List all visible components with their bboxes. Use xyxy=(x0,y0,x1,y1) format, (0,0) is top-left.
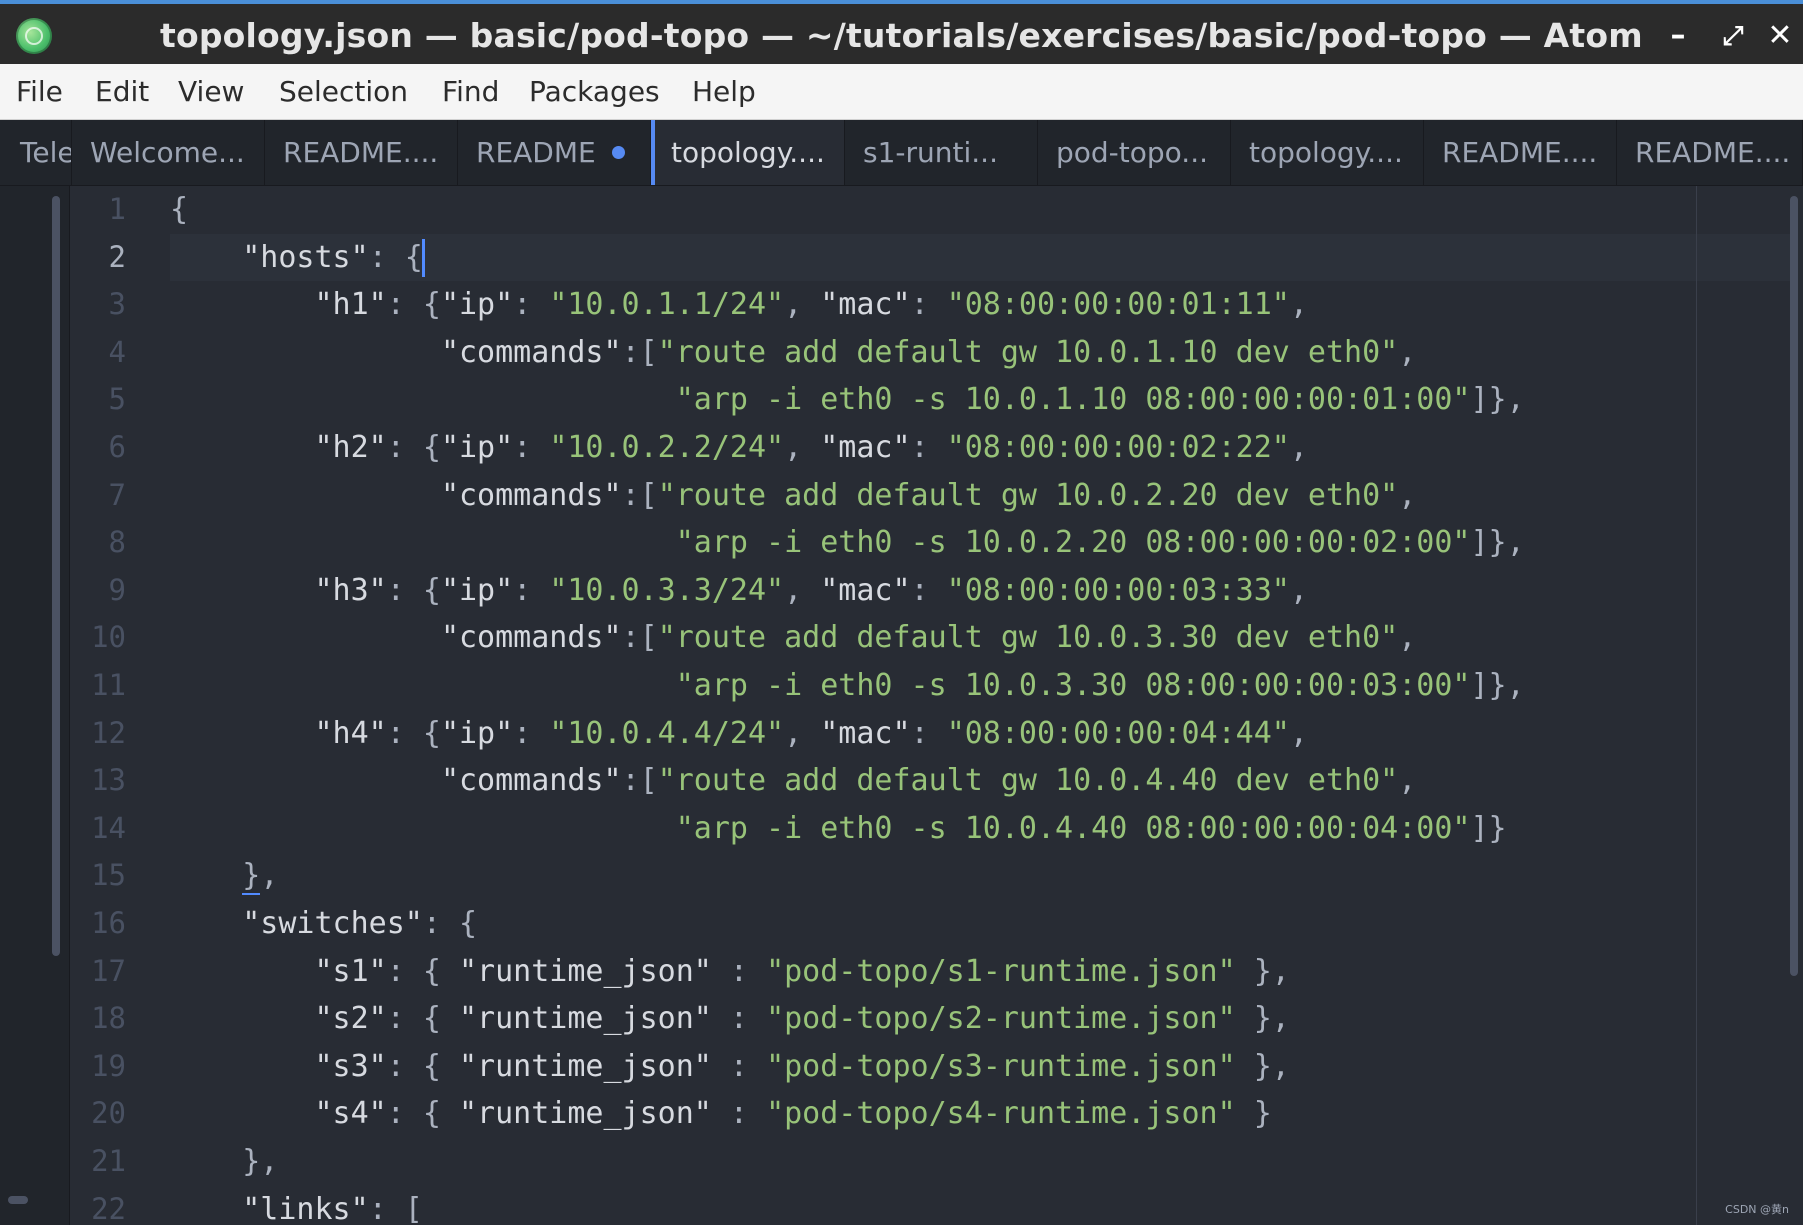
tab-topology-2[interactable]: topology.... xyxy=(1231,120,1424,185)
line-number: 12 xyxy=(91,715,126,750)
tab-label: README.... xyxy=(283,136,439,169)
line-number: 5 xyxy=(108,382,126,417)
code-line: "commands":["route add default gw 10.0.4… xyxy=(440,763,1417,799)
code-line: "hosts": { xyxy=(170,234,425,282)
tab-bar: Tele Welcome... README.... README topolo… xyxy=(0,120,1803,186)
line-number: 22 xyxy=(91,1191,126,1225)
line-number: 4 xyxy=(108,334,126,369)
code-line: "commands":["route add default gw 10.0.3… xyxy=(440,620,1417,656)
menu-packages[interactable]: Packages xyxy=(529,64,660,120)
editor-pane[interactable]: 1 2 3 4 5 6 7 8 9 10 11 12 13 14 15 16 17 18 19 20 21 22 { "h… xyxy=(0,186,1803,1225)
line-number: 18 xyxy=(91,1001,126,1036)
tab-label: s1-runti... xyxy=(863,136,998,169)
tab-topology-active[interactable]: topology.... xyxy=(651,120,845,185)
modified-indicator-icon xyxy=(611,145,625,159)
line-number: 7 xyxy=(108,477,126,512)
menu-bar: File Edit View Selection Find Packages H… xyxy=(0,64,1803,120)
tree-view-scrollbar[interactable] xyxy=(52,196,60,956)
menu-help[interactable]: Help xyxy=(692,64,756,120)
line-number: 19 xyxy=(91,1048,126,1083)
line-number: 6 xyxy=(108,430,126,464)
atom-window: topology.json — basic/pod-topo — ~/tutor… xyxy=(0,0,1803,1225)
code-line: "arp -i eth0 -s 10.0.2.20 08:00:00:00:02… xyxy=(675,525,1525,561)
menu-view[interactable]: View xyxy=(178,64,244,120)
line-number-gutter: 1 2 3 4 5 6 7 8 9 10 11 12 13 14 15 16 17 18 19 20 21 22 xyxy=(70,186,160,1225)
atom-logo-icon xyxy=(16,18,52,54)
code-line: "arp -i eth0 -s 10.0.1.10 08:00:00:00:01… xyxy=(675,382,1525,418)
code-line: "arp -i eth0 -s 10.0.4.40 08:00:00:00:04… xyxy=(675,810,1507,846)
text-cursor xyxy=(421,239,425,278)
code-line: "h2": {"ip": "10.0.2.2/24", "mac": "08:0… xyxy=(314,430,1308,465)
code-line: }, xyxy=(170,1144,279,1179)
tab-label: topology.... xyxy=(1249,136,1403,169)
code-line: "s1": { "runtime_json" : "pod-topo/s1-ru… xyxy=(314,953,1290,989)
code-area[interactable]: { "hosts": { "h1": {"ip": "10.0.1.1/24",… xyxy=(160,186,1790,1225)
line-number: 3 xyxy=(108,287,126,322)
code-line: "commands":["route add default gw 10.0.2… xyxy=(440,477,1417,513)
code-line: }, xyxy=(242,858,279,896)
line-number: 2 xyxy=(108,239,126,274)
menu-selection[interactable]: Selection xyxy=(279,64,408,120)
tab-label: topology.... xyxy=(671,136,825,169)
tab-readme-3[interactable]: README.... xyxy=(1617,120,1803,185)
line-number: 13 xyxy=(91,763,126,798)
tab-pod-topo[interactable]: pod-topo... xyxy=(1038,120,1231,185)
window-title: topology.json — basic/pod-topo — ~/tutor… xyxy=(160,16,1643,55)
tab-readme-1[interactable]: README.... xyxy=(265,120,458,185)
line-number: 11 xyxy=(91,668,126,702)
tab-label: README.... xyxy=(1442,136,1598,169)
tab-readme-2[interactable]: README.... xyxy=(1424,120,1617,185)
code-line: "s3": { "runtime_json" : "pod-topo/s3-ru… xyxy=(314,1048,1290,1084)
code-line: "h3": {"ip": "10.0.3.3/24", "mac": "08:0… xyxy=(314,572,1308,608)
line-number: 9 xyxy=(108,572,126,607)
menu-file[interactable]: File xyxy=(16,64,63,120)
tab-label: README xyxy=(476,136,596,169)
tab-label: README.... xyxy=(1635,136,1791,169)
line-number: 17 xyxy=(91,953,126,988)
tab-readme-modified[interactable]: README xyxy=(458,120,651,185)
tab-label: Welcome... xyxy=(90,136,245,169)
line-number: 1 xyxy=(108,192,126,226)
watermark: CSDN @黄n xyxy=(1725,1203,1789,1216)
tree-view-horizontal-scrollbar[interactable] xyxy=(8,1196,28,1204)
line-number: 20 xyxy=(91,1096,126,1131)
line-number: 8 xyxy=(108,525,126,560)
line-number: 15 xyxy=(91,858,126,893)
maximize-button[interactable]: ⤢ xyxy=(1715,16,1751,56)
close-button[interactable]: ✕ xyxy=(1762,16,1798,56)
bracket-match-highlight: } xyxy=(242,858,261,896)
tab-label: Tele xyxy=(20,136,72,169)
editor-vertical-scrollbar[interactable] xyxy=(1790,196,1798,976)
code-line: { xyxy=(170,192,189,227)
tab-tele[interactable]: Tele xyxy=(0,120,72,185)
tree-view-panel xyxy=(0,186,70,1225)
code-line: "commands":["route add default gw 10.0.1… xyxy=(440,334,1417,370)
minimize-button[interactable]: – xyxy=(1660,16,1696,56)
code-line: "links": [ xyxy=(242,1191,423,1225)
code-line: "arp -i eth0 -s 10.0.3.30 08:00:00:00:03… xyxy=(675,668,1525,703)
line-number: 10 xyxy=(91,620,126,655)
code-line: "h4": {"ip": "10.0.4.4/24", "mac": "08:0… xyxy=(314,715,1308,751)
title-bar: topology.json — basic/pod-topo — ~/tutor… xyxy=(0,0,1803,64)
code-line: "s2": { "runtime_json" : "pod-topo/s2-ru… xyxy=(314,1001,1290,1037)
code-line: "h1": {"ip": "10.0.1.1/24", "mac": "08:0… xyxy=(314,287,1308,323)
code-line: "s4": { "runtime_json" : "pod-topo/s4-ru… xyxy=(314,1096,1272,1132)
tab-welcome[interactable]: Welcome... xyxy=(72,120,265,185)
line-number: 21 xyxy=(91,1144,126,1178)
tab-label: pod-topo... xyxy=(1056,136,1209,169)
menu-find[interactable]: Find xyxy=(442,64,499,120)
tab-s1-runtime[interactable]: s1-runti... xyxy=(845,120,1038,185)
wrap-guide xyxy=(1696,186,1697,1225)
code-line: "switches": { xyxy=(242,906,478,941)
menu-edit[interactable]: Edit xyxy=(95,64,149,120)
line-number: 14 xyxy=(91,810,126,845)
line-number: 16 xyxy=(91,906,126,940)
